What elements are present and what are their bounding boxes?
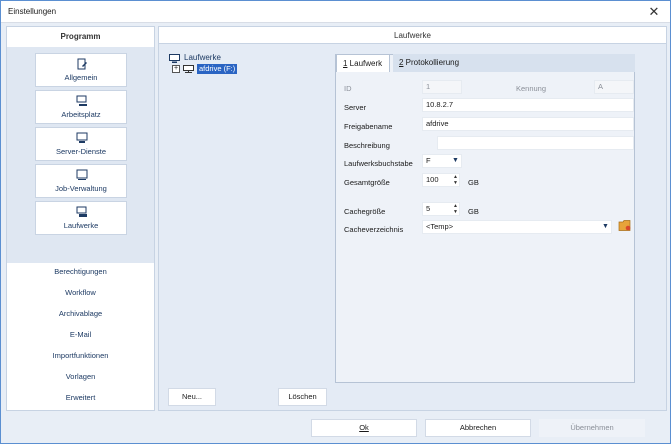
- nav-tile-allgemein[interactable]: Allgemein: [35, 53, 127, 87]
- spin-down-icon[interactable]: ▼: [453, 210, 458, 215]
- general-settings-icon: [77, 58, 87, 70]
- folder-browse-icon[interactable]: [618, 219, 632, 232]
- nav-link-workflow[interactable]: Workflow: [7, 284, 154, 302]
- nav-tile-laufwerke[interactable]: Laufwerke: [35, 201, 127, 235]
- delete-drive-button[interactable]: Löschen: [278, 388, 327, 406]
- cacheverzeichnis-label: Cacheverzeichnis: [344, 225, 404, 234]
- gesamtgroesse-label: Gesamtgröße: [344, 178, 390, 187]
- apply-button[interactable]: Übernehmen: [539, 419, 645, 437]
- window-title: Einstellungen: [8, 7, 57, 16]
- navigation-panel: Programm Allgemein Arbeitsplatz Server-D…: [6, 26, 155, 411]
- spin-down-icon[interactable]: ▼: [453, 181, 458, 186]
- tab-label: Laufwerk: [347, 59, 383, 68]
- chevron-down-icon: ▼: [602, 223, 609, 230]
- workstation-icon: [76, 95, 87, 106]
- nav-tile-arbeitsplatz[interactable]: Arbeitsplatz: [35, 90, 127, 124]
- nav-tile-job-verwaltung[interactable]: Job-Verwaltung: [35, 164, 127, 198]
- drive-icon: [76, 206, 87, 217]
- id-field: 1: [422, 80, 462, 94]
- ok-label: Ok: [359, 423, 369, 432]
- server-label: Server: [344, 103, 367, 112]
- tab-label: Protokollierung: [403, 58, 460, 67]
- title-bar: Einstellungen ✕: [1, 1, 670, 23]
- computer-icon: [169, 54, 180, 63]
- cachegroesse-stepper[interactable]: ▲ ▼: [452, 202, 460, 216]
- tab-protokollierung[interactable]: 2 Protokollierung: [393, 54, 635, 72]
- dialog-footer: Ok Abbrechen Übernehmen: [1, 414, 670, 443]
- beschreibung-field[interactable]: [437, 136, 634, 150]
- nav-link-email[interactable]: E-Mail: [7, 326, 154, 344]
- nav-link-importfunktionen[interactable]: Importfunktionen: [7, 347, 154, 365]
- new-drive-button[interactable]: Neu...: [168, 388, 216, 406]
- job-icon: [76, 169, 88, 180]
- tab-laufwerk[interactable]: 1 Laufwerk: [336, 54, 390, 72]
- server-field[interactable]: 10.8.2.7: [422, 98, 634, 112]
- expand-icon[interactable]: +: [172, 65, 180, 73]
- nav-tile-label: Job-Verwaltung: [55, 184, 107, 193]
- laufwerksbuchstabe-label: Laufwerksbuchstabe: [344, 159, 413, 168]
- nav-tile-label: Arbeitsplatz: [61, 110, 101, 119]
- nav-tile-label: Allgemein: [64, 73, 98, 82]
- laufwerksbuchstabe-select[interactable]: F ▼: [422, 154, 462, 168]
- freigabename-label: Freigabename: [344, 122, 393, 131]
- main-panel: Laufwerke Laufwerke + afdrive (F:) 1 Lau…: [158, 26, 667, 411]
- tree-root-label: Laufwerke: [184, 53, 221, 62]
- nav-link-vorlagen[interactable]: Vorlagen: [7, 368, 154, 386]
- nav-link-erweitert[interactable]: Erweitert: [7, 389, 154, 407]
- tree-item-label: afdrive (F:): [197, 64, 238, 74]
- tab-panel: 1 Laufwerk 2 Protokollierung ID 1 Kennun…: [335, 54, 635, 383]
- nav-link-list: Berechtigungen Workflow Archivablage E-M…: [7, 263, 154, 410]
- cancel-button[interactable]: Abbrechen: [425, 419, 531, 437]
- kennung-label: Kennung: [516, 84, 547, 93]
- cachegroesse-label: Cachegröße: [344, 207, 386, 216]
- settings-dialog: Einstellungen ✕ Programm Allgemein Arbei…: [0, 0, 671, 444]
- beschreibung-label: Beschreibung: [344, 141, 390, 150]
- laufwerksbuchstabe-value: F: [426, 156, 431, 165]
- network-drive-icon: [183, 65, 194, 73]
- id-label: ID: [344, 84, 352, 93]
- cacheverzeichnis-value: <Temp>: [426, 222, 454, 231]
- kennung-field: A: [594, 80, 634, 94]
- gesamtgroesse-stepper[interactable]: ▲ ▼: [452, 173, 460, 187]
- nav-tile-label: Laufwerke: [63, 221, 99, 230]
- close-icon[interactable]: ✕: [646, 4, 662, 20]
- nav-header-programm[interactable]: Programm: [7, 27, 154, 47]
- nav-tile-server-dienste[interactable]: Server-Dienste: [35, 127, 127, 161]
- nav-link-archivablage[interactable]: Archivablage: [7, 305, 154, 323]
- server-icon: [76, 132, 88, 143]
- gesamtgroesse-unit: GB: [468, 178, 479, 187]
- cachegroesse-unit: GB: [468, 207, 479, 216]
- nav-tile-label: Server-Dienste: [55, 147, 107, 156]
- nav-link-berechtigungen[interactable]: Berechtigungen: [7, 263, 154, 281]
- freigabename-field[interactable]: afdrive: [422, 117, 634, 131]
- cacheverzeichnis-select[interactable]: <Temp> ▼: [422, 220, 612, 234]
- chevron-down-icon: ▼: [452, 157, 459, 164]
- ok-button[interactable]: Ok: [311, 419, 417, 437]
- page-title: Laufwerke: [159, 27, 666, 44]
